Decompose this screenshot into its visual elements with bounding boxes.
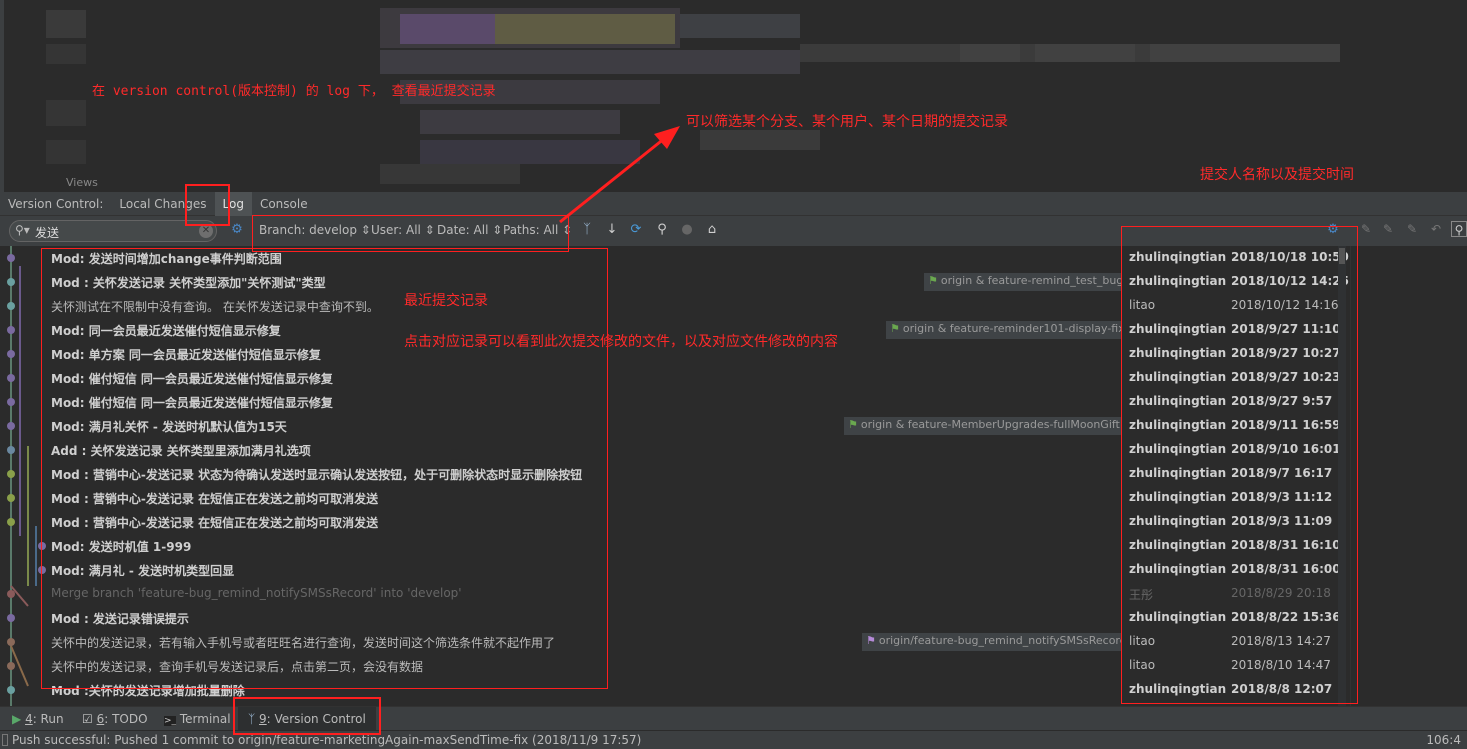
annotation-arrow	[559, 126, 680, 224]
